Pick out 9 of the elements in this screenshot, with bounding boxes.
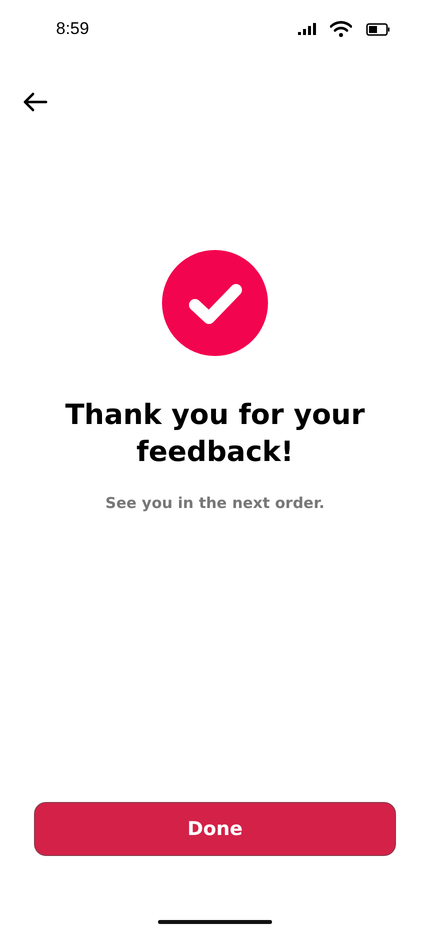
- back-arrow-icon[interactable]: [22, 92, 48, 112]
- signal-icon: [298, 23, 316, 35]
- success-subtitle: See you in the next order.: [105, 494, 325, 512]
- status-time: 8:59: [56, 19, 90, 39]
- battery-icon: [366, 22, 390, 36]
- checkmark-circle-icon: [162, 250, 268, 356]
- wifi-icon: [330, 21, 352, 37]
- success-title: Thank you for your feedback!: [65, 397, 365, 470]
- done-button[interactable]: Done: [34, 802, 396, 856]
